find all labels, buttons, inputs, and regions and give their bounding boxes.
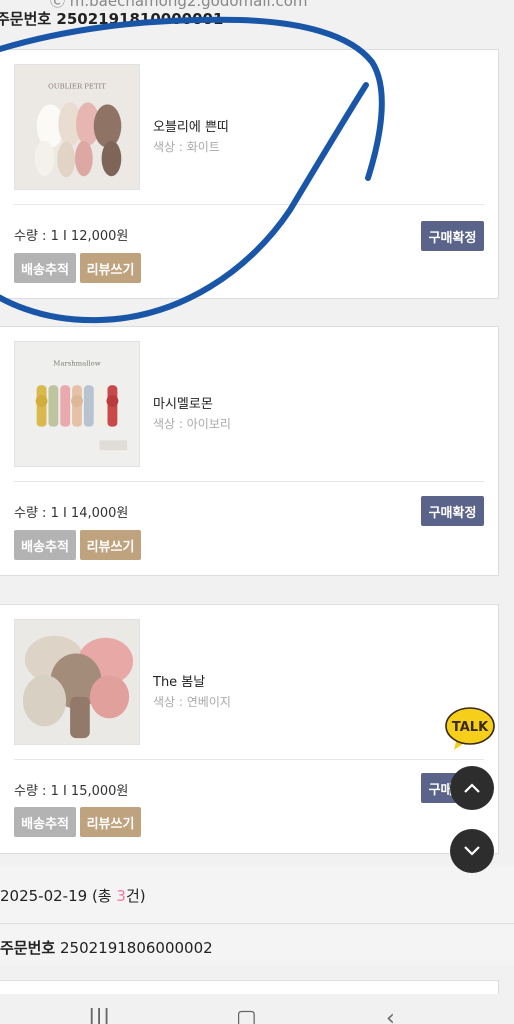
order-date-group: 2025-02-19 (총 3건) bbox=[0, 866, 514, 924]
order-count-prefix: (총 bbox=[87, 887, 117, 905]
quantity-price: 수량 : 1 I 15,000원 bbox=[14, 784, 129, 799]
product-image bbox=[15, 620, 139, 744]
order-number-row: 주문번호 2502191806000002 bbox=[0, 925, 514, 965]
back-icon[interactable]: ‹ bbox=[386, 1006, 395, 1024]
kakao-talk-button[interactable]: TALK bbox=[445, 706, 495, 752]
quantity-price: 수량 : 1 I 12,000원 bbox=[14, 229, 129, 244]
write-review-button[interactable]: 리뷰쓰기 bbox=[80, 253, 141, 283]
confirm-purchase-button[interactable]: 구매확정 bbox=[421, 221, 484, 251]
scroll-bottom-button[interactable] bbox=[450, 829, 494, 873]
write-review-button[interactable]: 리뷰쓰기 bbox=[80, 807, 141, 837]
product-name[interactable]: 마시멜로몬 bbox=[153, 393, 213, 412]
write-review-button[interactable]: 리뷰쓰기 bbox=[80, 530, 141, 560]
product-option: 색상 : 화이트 bbox=[153, 140, 220, 154]
chevron-up-icon bbox=[464, 783, 480, 793]
track-delivery-button[interactable]: 배송추적 bbox=[14, 530, 76, 560]
order-number-label: 주문번호 bbox=[0, 939, 56, 957]
order-count: 3 bbox=[116, 887, 126, 905]
thumb-caption: Marshmallow bbox=[53, 360, 101, 368]
product-option: 색상 : 아이보리 bbox=[153, 417, 231, 431]
talk-label: TALK bbox=[452, 720, 489, 735]
thumb-caption: OUBLIER PETIT bbox=[48, 83, 106, 91]
divider bbox=[14, 204, 484, 205]
talk-bubble-icon: TALK bbox=[445, 707, 495, 750]
order-number-value: 2502191806000002 bbox=[59, 939, 213, 957]
chevron-down-icon bbox=[464, 846, 480, 856]
product-thumbnail[interactable] bbox=[14, 619, 140, 745]
product-thumbnail[interactable]: Marshmallow bbox=[14, 341, 140, 467]
top-strip: Ⓒ m.baechamong2.godomall.com 주문번호 250219… bbox=[0, 0, 514, 42]
order-item-card: Marshmallow 마시멜로몬 색상 : 아이보리 수량 : 1 I 14,… bbox=[0, 326, 499, 576]
order-item-card: The 봄날 색상 : 연베이지 수량 : 1 I 15,000원 구매확정 배… bbox=[0, 604, 499, 854]
quantity-price: 수량 : 1 I 14,000원 bbox=[14, 506, 129, 521]
product-image: Marshmallow bbox=[15, 342, 139, 466]
product-image: OUBLIER PETIT bbox=[15, 65, 139, 189]
order-count-suffix: 건) bbox=[125, 887, 146, 905]
scroll-top-button[interactable] bbox=[450, 766, 494, 810]
confirm-purchase-button[interactable]: 구매확정 bbox=[421, 496, 484, 526]
product-name[interactable]: 오블리에 쁜띠 bbox=[153, 116, 229, 135]
system-nav-bar: ||| ▢ ‹ bbox=[0, 994, 514, 1024]
track-delivery-button[interactable]: 배송추적 bbox=[14, 807, 76, 837]
order-date: 2025-02-19 bbox=[0, 887, 88, 905]
recent-apps-icon[interactable]: ||| bbox=[88, 1006, 110, 1024]
divider bbox=[14, 481, 484, 482]
home-icon[interactable]: ▢ bbox=[236, 1006, 257, 1024]
order-number-heading: 주문번호 2502191810000001 bbox=[0, 10, 224, 28]
product-name[interactable]: The 봄날 bbox=[153, 671, 205, 690]
track-delivery-button[interactable]: 배송추적 bbox=[14, 253, 76, 283]
order-item-card: OUBLIER PETIT 오블리에 쁜띠 색상 : 화이트 수량 : 1 I … bbox=[0, 49, 499, 299]
divider bbox=[14, 759, 484, 760]
product-thumbnail[interactable]: OUBLIER PETIT bbox=[14, 64, 140, 190]
product-option: 색상 : 연베이지 bbox=[153, 695, 231, 709]
